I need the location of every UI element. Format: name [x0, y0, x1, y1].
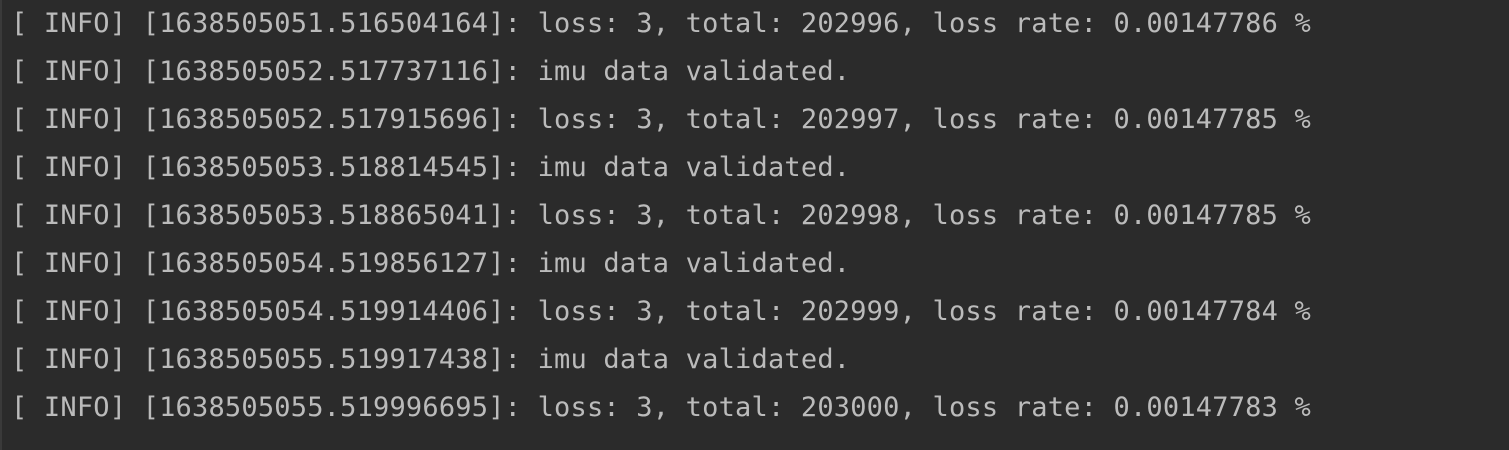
- log-line: [ INFO] [1638505052.517915696]: loss: 3,…: [11, 104, 1311, 135]
- log-line: [ INFO] [1638505053.518865041]: loss: 3,…: [11, 200, 1311, 231]
- log-line: [ INFO] [1638505052.517737116]: imu data…: [11, 56, 851, 87]
- log-line: [ INFO] [1638505055.519996695]: loss: 3,…: [11, 392, 1311, 423]
- log-line: [ INFO] [1638505054.519914406]: loss: 3,…: [11, 296, 1311, 327]
- log-line: [ INFO] [1638505054.519856127]: imu data…: [11, 248, 851, 279]
- console-output[interactable]: [ INFO] [1638505051.516504164]: loss: 3,…: [0, 0, 1509, 450]
- log-line: [ INFO] [1638505055.519917438]: imu data…: [11, 344, 851, 375]
- log-list: [ INFO] [1638505051.516504164]: loss: 3,…: [11, 0, 1509, 432]
- log-line: [ INFO] [1638505051.516504164]: loss: 3,…: [11, 8, 1311, 39]
- log-line: [ INFO] [1638505053.518814545]: imu data…: [11, 152, 851, 183]
